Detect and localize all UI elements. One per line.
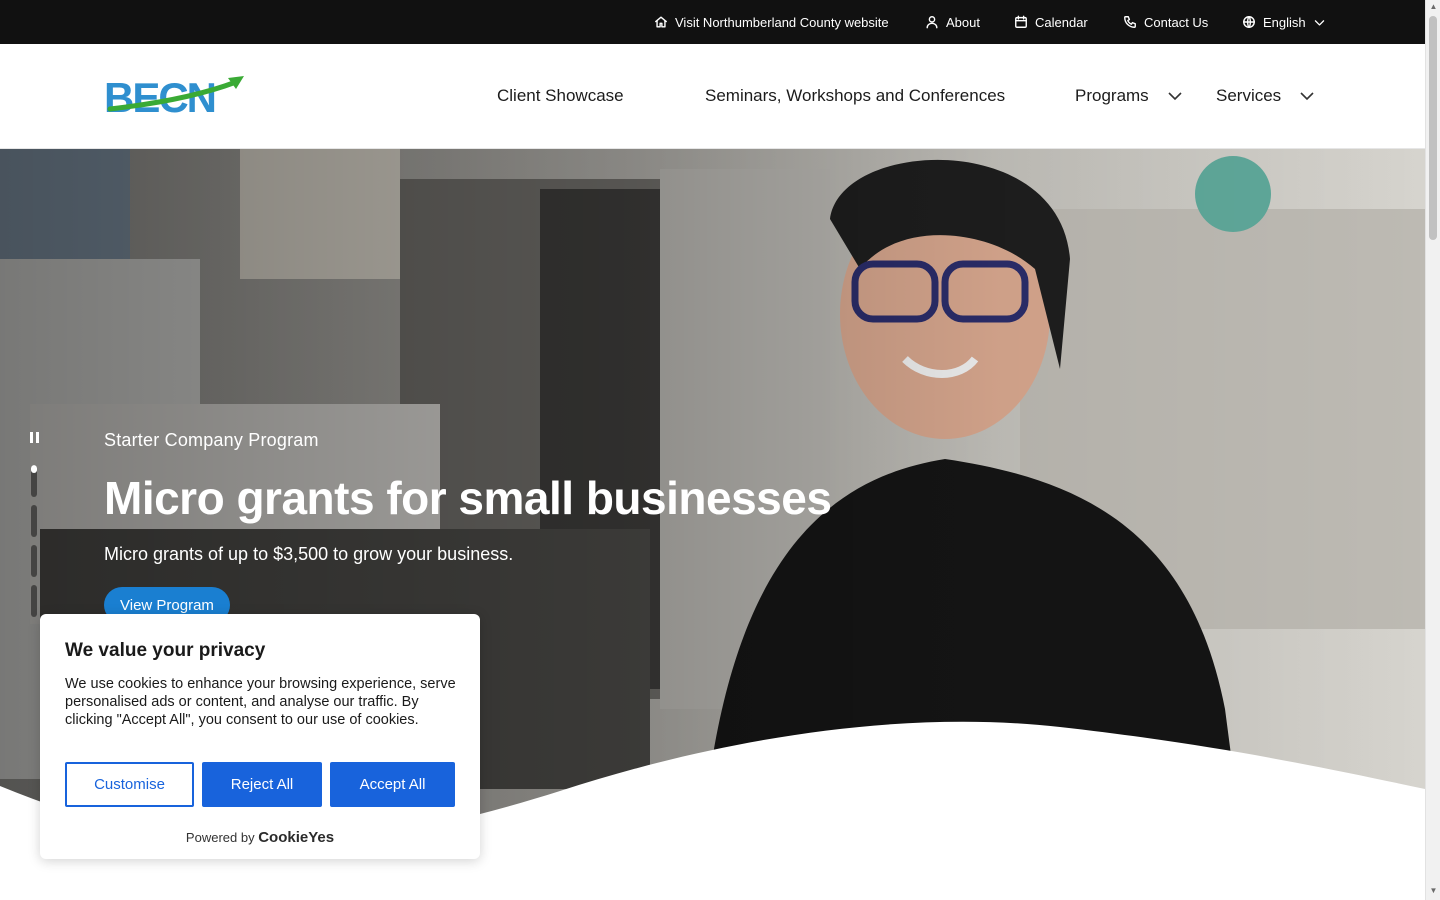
slide-progress <box>31 465 37 473</box>
contact-label: Contact Us <box>1144 14 1209 30</box>
globe-icon <box>1243 16 1255 28</box>
visit-county-label: Visit Northumberland County website <box>675 14 889 30</box>
slide-dot[interactable] <box>31 545 37 577</box>
nav-client-showcase[interactable]: Client Showcase <box>497 44 624 148</box>
user-icon <box>926 16 938 29</box>
hero-subtitle: Micro grants of up to $3,500 to grow you… <box>104 544 514 564</box>
scroll-down-arrow[interactable]: ▼ <box>1429 886 1438 895</box>
chevron-down-icon <box>1168 92 1182 101</box>
scroll-thumb[interactable] <box>1429 16 1437 240</box>
nav-programs[interactable]: Programs <box>1075 44 1183 148</box>
contact-link[interactable]: Contact Us <box>1123 0 1208 44</box>
cookieyes-logo[interactable]: CookieYes <box>258 829 334 846</box>
nav-seminars-label: Seminars, Workshops and Conferences <box>705 86 1006 105</box>
language-label: English <box>1263 14 1306 30</box>
accept-all-button[interactable]: Accept All <box>330 762 455 807</box>
utility-bar: Visit Northumberland County website Abou… <box>0 0 1425 44</box>
hero-eyebrow: Starter Company Program <box>104 430 319 450</box>
about-label: About <box>946 14 980 30</box>
nav-services[interactable]: Services <box>1216 44 1315 148</box>
chevron-down-icon <box>1300 92 1314 101</box>
chevron-down-icon <box>1314 19 1324 26</box>
reject-all-button[interactable]: Reject All <box>202 762 322 807</box>
home-icon <box>655 16 667 28</box>
hero-title: Micro grants for small businesses <box>104 472 832 524</box>
nav-services-label: Services <box>1216 86 1282 105</box>
scroll-up-arrow[interactable]: ▲ <box>1429 2 1438 11</box>
cookie-title: We value your privacy <box>65 640 266 661</box>
cookie-description: We use cookies to enhance your browsing … <box>65 676 456 728</box>
phone-icon <box>1124 16 1136 28</box>
visit-county-link[interactable]: Visit Northumberland County website <box>654 0 889 44</box>
powered-by: Powered by CookieYes <box>40 829 480 846</box>
customise-button[interactable]: Customise <box>65 762 194 807</box>
cookie-consent-banner: We value your privacy We use cookies to … <box>40 614 480 859</box>
calendar-icon <box>1015 15 1027 28</box>
powered-by-label: Powered by <box>185 830 255 845</box>
calendar-link[interactable]: Calendar <box>1014 0 1088 44</box>
slide-dot[interactable] <box>31 505 37 537</box>
slide-dot[interactable] <box>31 585 37 617</box>
slide-dot[interactable] <box>31 465 37 497</box>
nav-seminars[interactable]: Seminars, Workshops and Conferences <box>705 44 1005 148</box>
about-link[interactable]: About <box>925 0 980 44</box>
nav-client-showcase-label: Client Showcase <box>497 86 624 105</box>
becn-logo[interactable]: BECN <box>104 74 246 118</box>
page-scrollbar[interactable]: ▲ ▼ <box>1425 0 1440 900</box>
slider-dots <box>31 465 39 625</box>
calendar-label: Calendar <box>1035 14 1088 30</box>
nav-programs-label: Programs <box>1075 86 1149 105</box>
site-header: BECN Client Showcase Seminars, Workshops… <box>0 44 1425 149</box>
language-select[interactable]: English <box>1242 0 1326 44</box>
slider-pause-button[interactable] <box>28 430 42 446</box>
